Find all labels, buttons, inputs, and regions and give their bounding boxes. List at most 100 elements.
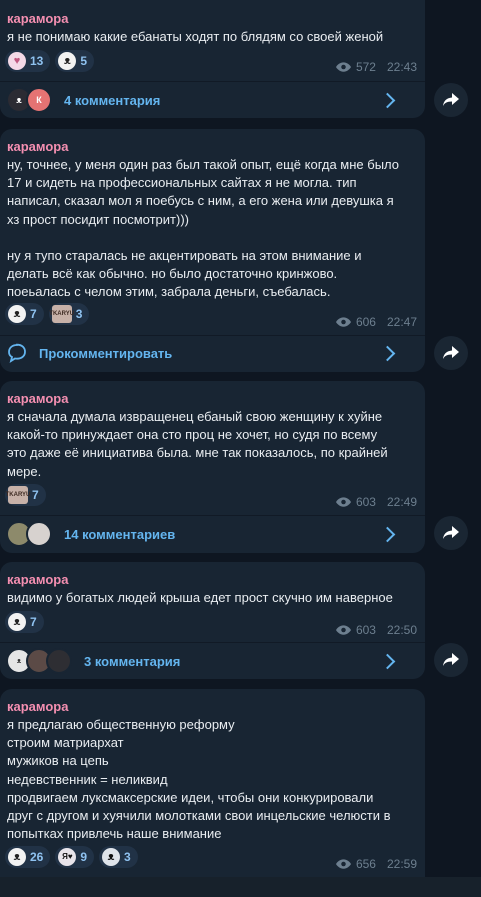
comments-button[interactable]: ᴥ 3 комментария [0, 643, 425, 679]
chevron-right-icon [379, 92, 396, 108]
post-text: я сначала думала извращенец ебаный свою … [7, 408, 413, 481]
post-meta: 603 22:50 [335, 623, 417, 637]
post-meta: 656 22:59 [335, 857, 417, 871]
tkaryu-sticker-icon: TKARYU [49, 305, 74, 323]
text-line: 17 и сидеть на профессиональных сайтах я… [7, 175, 357, 191]
post-author[interactable]: карамора [7, 572, 68, 587]
views-count: 656 [355, 857, 376, 871]
reaction-chip[interactable]: ᴥ 7 [5, 303, 44, 325]
chevron-right-icon [379, 526, 396, 542]
share-arrow-icon [443, 346, 459, 359]
reaction-count: 3 [124, 850, 131, 864]
text-line: строим матриархат [7, 735, 124, 751]
post-time: 22:59 [386, 857, 417, 871]
reaction-chip[interactable]: ᴥ 26 [5, 846, 51, 868]
reaction-count: 9 [80, 850, 88, 864]
share-button[interactable] [434, 516, 468, 550]
views-eye-icon [335, 625, 351, 635]
comment-button[interactable]: Прокомментировать [0, 335, 425, 371]
views-count: 603 [355, 495, 376, 509]
post-text: видимо у богатых людей крыша едет прост … [7, 589, 413, 607]
share-button[interactable] [434, 643, 468, 677]
reaction-count: 7 [30, 615, 37, 629]
kitty-sticker-icon: ᴥ [8, 305, 26, 323]
kitty-sticker-icon: ᴥ [58, 52, 77, 70]
text-line: хз прост посидит посмотрит))) [7, 211, 189, 227]
reaction-chip[interactable]: TKARYU 7 [5, 484, 46, 506]
text-line: написал, сказал мол я поебусь с ним, а е… [7, 193, 394, 209]
post-time: 22:43 [386, 60, 417, 74]
commenter-avatars: ᴥ К [6, 87, 52, 113]
post-meta: 572 22:43 [335, 60, 417, 74]
post-author[interactable]: карамора [7, 139, 68, 154]
post-author[interactable]: карамора [7, 11, 68, 26]
post-time: 22:50 [386, 623, 417, 637]
views-eye-icon [335, 859, 351, 869]
avatar-letter: К [36, 95, 42, 105]
panda-sticker-icon: ᴥ [102, 848, 121, 866]
text-line: видимо у богатых людей крыша едет прост … [7, 590, 393, 605]
reaction-chip[interactable]: ᴥ 7 [5, 611, 44, 633]
text-line: ну, точнее, у меня один раз был такой оп… [7, 157, 400, 172]
reaction-chip[interactable]: ♥ 13 [5, 50, 51, 72]
reaction-count: 7 [30, 307, 37, 321]
share-button[interactable] [434, 336, 468, 370]
comments-label: 14 комментариев [64, 526, 176, 542]
comment-bubble-icon [8, 343, 26, 363]
reaction-count: 26 [30, 850, 44, 864]
comments-label: Прокомментировать [39, 345, 173, 361]
channel-post: карамора видимо у богатых людей крыша ед… [0, 562, 425, 679]
text-line: я не понимаю какие ебанаты ходят по бляд… [7, 29, 384, 44]
comments-label: 4 комментария [64, 92, 161, 108]
post-author[interactable]: карамора [7, 391, 68, 406]
chevron-right-icon [379, 653, 396, 669]
reaction-count: 5 [80, 54, 88, 68]
comments-button[interactable]: ᴥ К 4 комментария [0, 82, 425, 118]
share-arrow-icon [443, 653, 459, 666]
reactions-bar: ♥ 13 ᴥ 5 [5, 50, 95, 72]
text-line: мужиков на цепь [7, 753, 109, 769]
post-author[interactable]: карамора [7, 699, 68, 714]
reaction-count: 13 [30, 54, 44, 68]
views-count: 603 [355, 623, 376, 637]
text-line: я предлагаю общественную реформу [7, 717, 235, 732]
text-line: поеьалась с челом этим, забрала деньги, … [7, 284, 331, 300]
reactions-bar: ᴥ 7 [5, 611, 44, 633]
chevron-right-icon [379, 345, 396, 361]
reaction-chip[interactable]: ᴥ 5 [55, 50, 95, 72]
kitty-sticker-icon: ᴥ [8, 613, 26, 631]
reaction-chip[interactable]: TKARYU 3 [48, 303, 90, 325]
comments-label: 3 комментария [84, 653, 181, 669]
comments-button[interactable]: 14 комментариев [0, 516, 425, 552]
text-line: попытках привлечь наше внимание [7, 826, 222, 842]
reactions-bar: ᴥ 26 Я♥ 9 ᴥ 3 [5, 846, 138, 868]
share-arrow-icon [443, 93, 459, 106]
post-meta: 606 22:47 [335, 315, 417, 329]
avatar: К [26, 87, 52, 113]
post-text: я предлагаю общественную реформу строим … [7, 716, 413, 843]
post-time: 22:49 [386, 495, 417, 509]
face-sticker-icon: Я♥ [58, 848, 77, 866]
post-time: 22:47 [386, 315, 417, 329]
views-eye-icon [335, 497, 351, 507]
commenter-avatars: ᴥ [6, 648, 72, 674]
reaction-chip[interactable]: ᴥ 3 [99, 846, 138, 868]
avatar [26, 521, 52, 547]
text-line: недевственник = неликвид [7, 771, 168, 787]
bunny-sticker-icon: ♥ [8, 52, 26, 70]
commenter-avatars [6, 521, 52, 547]
bottom-bar [0, 877, 481, 897]
text-line: это даже её инициатива была. мне так пок… [7, 445, 388, 461]
text-line: продвигаем луксмаксерские идеи, чтобы он… [7, 789, 374, 805]
kitty-sticker-icon: ᴥ [8, 848, 26, 866]
reaction-chip[interactable]: Я♥ 9 [55, 846, 95, 868]
share-button[interactable] [434, 83, 468, 117]
channel-post: карамора я предлагаю общественную реформ… [0, 689, 425, 877]
channel-post: карамора я сначала думала извращенец еба… [0, 381, 425, 553]
text-line: я сначала думала извращенец ебаный свою … [7, 409, 383, 424]
avatar [46, 648, 72, 674]
text-line: делать всё как обычно. но было достаточн… [7, 266, 338, 282]
tkaryu-sticker-icon: TKARYU [6, 486, 30, 504]
channel-post: карамора я не понимаю какие ебанаты ходя… [0, 0, 425, 118]
share-arrow-icon [443, 526, 459, 539]
